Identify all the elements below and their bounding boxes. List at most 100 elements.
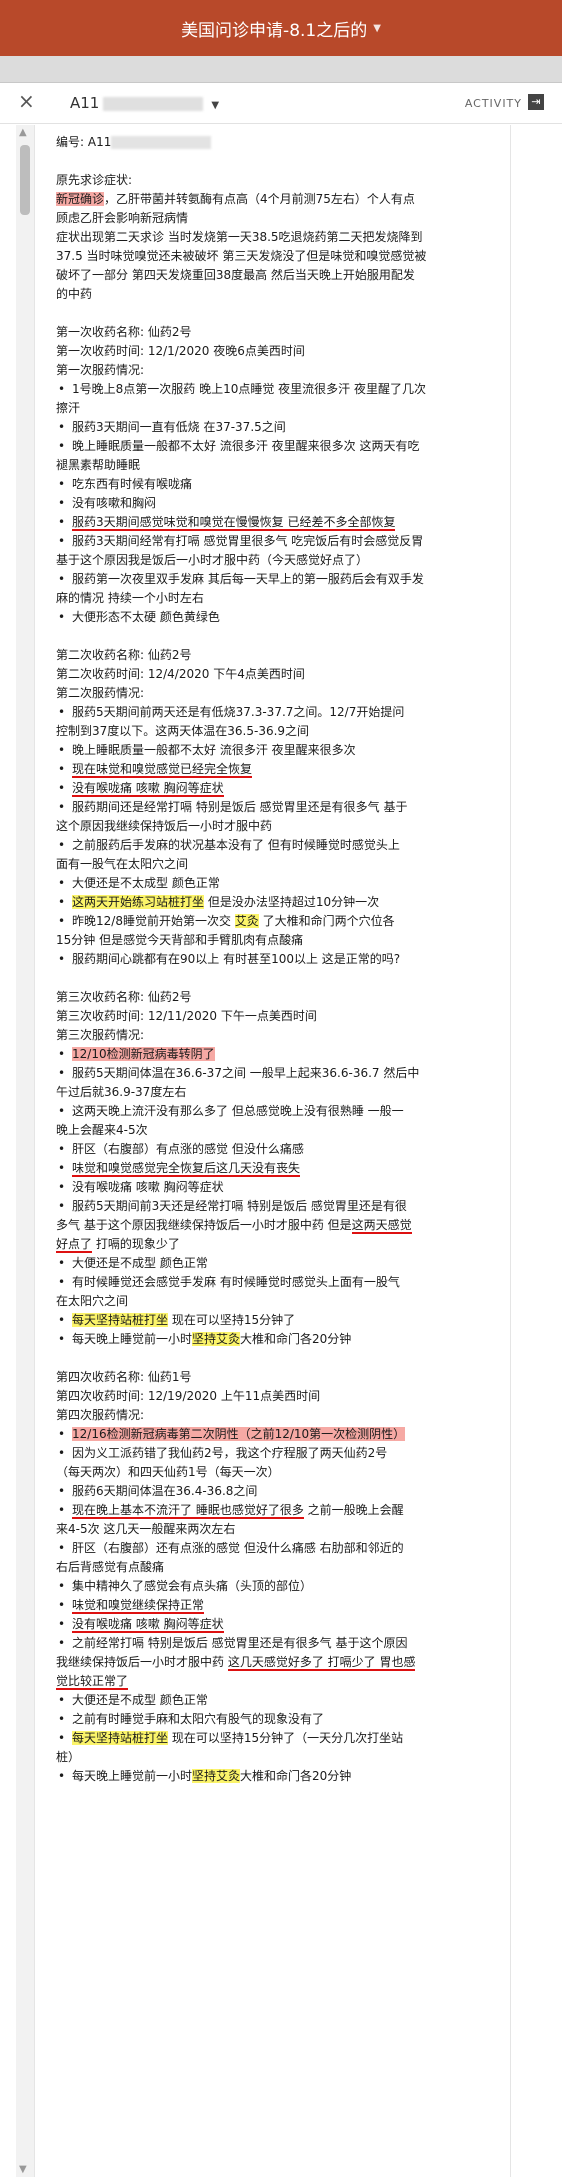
text-line: 桩） (56, 1750, 81, 1764)
text-line: 顾虑乙肝会影响新冠病情 (56, 211, 189, 225)
bullet-line: 味觉和嗅觉继续保持正常 (56, 1596, 506, 1615)
section-1: 第一次收药名称: 仙药2号第一次收药时间: 12/1/2020 夜晚6点美西时间… (56, 323, 506, 627)
text-line: 这个原因我继续保持饭后一小时才服中药 (56, 819, 273, 833)
yellow-highlight: 每天坚持站桩打坐 (72, 1313, 169, 1327)
close-icon[interactable]: × (18, 89, 35, 113)
bullet-line: 这两天开始练习站桩打坐 但是没办法坚持超过10分钟一次 (56, 893, 506, 912)
content-border (510, 125, 511, 2177)
text-line: 破坏了一部分 第四天发烧重回38度最高 然后当天晚上开始服用配发 (56, 268, 415, 282)
text-line: 在太阳穴之间 (56, 1294, 129, 1308)
bullet-line: 肝区（右腹部）有点涨的感觉 但没什么痛感 (56, 1140, 506, 1159)
line-text: ，乙肝带菌并转氨酶有点高（4个月前测75左右）个人有点 (104, 192, 415, 206)
bullet-line: 1号晚上8点第一次服药 晚上10点睡觉 夜里流很多汗 夜里醒了几次 (56, 380, 506, 399)
bullet-line: 之前服药后手发麻的状况基本没有了 但有时候睡觉时感觉头上 (56, 836, 506, 855)
text-line: 来4-5次 这几天一般醒来两次左右 (56, 1522, 236, 1536)
line-text: 之前一般晚上会醒 (303, 1503, 404, 1517)
line-text: 昨晚12/8睡觉前开始第一次交 (72, 914, 235, 928)
bullet-line: 昨晚12/8睡觉前开始第一次交 艾灸 了大椎和命门两个穴位各 (56, 912, 506, 931)
bullet-line: 之前有时睡觉手麻和太阳穴有股气的现象没有了 (56, 1710, 506, 1729)
title-dropdown-icon[interactable]: ▼ (373, 23, 381, 34)
redacted-id-image (111, 136, 212, 149)
scrollbar-thumb[interactable] (20, 145, 30, 215)
bullet-line: 没有咳嗽和胸闷 (56, 494, 506, 513)
bullet-line: 没有喉咙痛 咳嗽 胸闷等症状 (56, 1178, 506, 1197)
text-line: 新冠确诊，乙肝带菌并转氨酶有点高（4个月前测75左右）个人有点 (56, 190, 506, 209)
line-text: 了大椎和命门两个穴位各 (258, 914, 395, 928)
bullet-line: 因为义工派药错了我仙药2号，我这个疗程服了两天仙药2号 (56, 1444, 506, 1463)
scroll-down-icon[interactable]: ▼ (19, 2164, 27, 2175)
activity-button[interactable]: ACTIVITY (465, 97, 522, 110)
line-text: 多气 基于这个原因我继续保持饭后一小时才服中药 但是 (56, 1218, 352, 1232)
underlined-text: 现在味觉和嗅觉感觉已经完全恢复 (72, 762, 253, 778)
underlined-text: 好点了 (56, 1237, 93, 1253)
yellow-highlight: 艾灸 (234, 914, 259, 928)
scrollbar[interactable]: ▲ ▼ (16, 125, 35, 2177)
bullet-line: 服药期间心跳都有在90以上 有时甚至100以上 这是正常的吗? (56, 950, 506, 969)
red-highlight: 12/16检测新冠病毒第二次阴性（之前12/10第一次检测阴性） (72, 1427, 406, 1441)
red-highlight: 12/10检测新冠病毒转阴了 (72, 1047, 215, 1061)
record-panel: × A11 ▼ ACTIVITY ⇥ ▲ ▼ 编号: A11 原先求诊症状: 新冠确… (0, 82, 562, 2182)
bullet-line: 服药第一次夜里双手发麻 其后每一天早上的第一服药后会有双手发 (56, 570, 506, 589)
line-text: 但是没办法坚持超过10分钟一次 (204, 895, 380, 909)
app-title-bar[interactable]: 美国问诊申请-8.1之后的 ▼ (0, 0, 562, 56)
text-line: 擦汗 (56, 401, 81, 415)
underlined-text: 没有喉咙痛 咳嗽 胸闷等症状 (72, 1617, 224, 1633)
bullet-line: 每天坚持站桩打坐 现在可以坚持15分钟了（一天分几次打坐站 (56, 1729, 506, 1748)
text-line: 第三次收药名称: 仙药2号 (56, 990, 192, 1004)
bullet-line: 每天晚上睡觉前一小时坚持艾灸大椎和命门各20分钟 (56, 1767, 506, 1786)
record-title[interactable]: A11 ▼ (70, 94, 219, 112)
id-label: 编号: A11 (56, 135, 112, 149)
bullet-line: 吃东西有时候有喉咙痛 (56, 475, 506, 494)
bullet-line: 现在味觉和嗅觉感觉已经完全恢复 (56, 760, 506, 779)
underlined-text: 味觉和嗅觉感觉完全恢复后这几天没有丧失 (72, 1161, 301, 1177)
record-header: × A11 ▼ ACTIVITY ⇥ (0, 83, 562, 124)
yellow-highlight: 坚持艾灸 (192, 1769, 241, 1783)
text-line: 第一次收药时间: 12/1/2020 夜晚6点美西时间 (56, 344, 305, 358)
line-text: 每天晚上睡觉前一小时 (72, 1769, 193, 1783)
section-2: 第二次收药名称: 仙药2号 第二次收药时间: 12/4/2020 下午4点美西时间… (56, 646, 506, 969)
section-0: 原先求诊症状: 新冠确诊，乙肝带菌并转氨酶有点高（4个月前测75左右）个人有点顾虑… (56, 171, 506, 304)
bullet-line: 现在晚上基本不流汗了 睡眠也感觉好了很多 之前一般晚上会醒 (56, 1501, 506, 1520)
bullet-line: 味觉和嗅觉感觉完全恢复后这几天没有丧失 (56, 1159, 506, 1178)
bullet-line: 服药期间还是经常打嗝 特别是饭后 感觉胃里还是有很多气 基于 (56, 798, 506, 817)
bullet-line: 服药3天期间经常有打嗝 感觉胃里很多气 吃完饭后有时会感觉反胃 (56, 532, 506, 551)
underlined-text: 没有喉咙痛 咳嗽 胸闷等症状 (72, 781, 224, 797)
scroll-up-icon[interactable]: ▲ (19, 127, 27, 138)
bullet-line: 大便还是不成型 颜色正常 (56, 1691, 506, 1710)
bullet-line: 之前经常打嗝 特别是饭后 感觉胃里还是有很多气 基于这个原因 (56, 1634, 506, 1653)
underlined-text: 服药3天期间感觉味觉和嗅觉在慢慢恢复 已经差不多全部恢复 (72, 515, 396, 531)
text-line: 第二次收药时间: 12/4/2020 下午4点美西时间 (56, 667, 305, 681)
record-id: A11 (70, 94, 100, 112)
symptom-sections: 原先求诊症状: 新冠确诊，乙肝带菌并转氨酶有点高（4个月前测75左右）个人有点顾虑… (56, 171, 506, 1786)
text-line: 原先求诊症状: (56, 173, 133, 187)
red-highlight: 新冠确诊 (56, 192, 105, 206)
chevron-down-icon[interactable]: ▼ (211, 100, 219, 111)
underlined-text: 味觉和嗅觉继续保持正常 (72, 1598, 205, 1614)
bullet-line: 没有喉咙痛 咳嗽 胸闷等症状 (56, 1615, 506, 1634)
bullet-line: 晚上睡眠质量一般都不太好 流很多汗 夜里醒来很多次 (56, 741, 506, 760)
text-line: 基于这个原因我是饭后一小时才服中药（今天感觉好点了） (56, 553, 369, 567)
text-line: 控制到37度以下。这两天体温在36.5-36.9之间 (56, 724, 310, 738)
text-line: 面有一股气在太阳穴之间 (56, 857, 189, 871)
bullet-line: 服药5天期间体温在36.6-37之间 一般早上起来36.6-36.7 然后中 (56, 1064, 506, 1083)
text-line: 15分钟 但是感觉今天背部和手臂肌肉有点酸痛 (56, 933, 304, 947)
text-line: 37.5 当时味觉嗅觉还未被破坏 第三天发烧没了但是味觉和嗅觉感觉被 (56, 249, 427, 263)
bullet-line: 服药6天期间体温在36.4-36.8之间 (56, 1482, 506, 1501)
collapse-panel-icon[interactable]: ⇥ (528, 94, 544, 110)
text-line: 第一次收药名称: 仙药2号 (56, 325, 192, 339)
text-line: 第四次收药时间: 12/19/2020 上午11点美西时间 (56, 1389, 321, 1403)
text-line: 第三次服药情况: (56, 1028, 145, 1042)
bullet-line: 晚上睡眠质量一般都不太好 流很多汗 夜里醒来很多次 这两天有吃 (56, 437, 506, 456)
text-line: 多气 基于这个原因我继续保持饭后一小时才服中药 但是这两天感觉 (56, 1216, 506, 1235)
text-line: 第四次服药情况: (56, 1408, 145, 1422)
line-text: 我继续保持饭后一小时才服中药 (56, 1655, 228, 1669)
redacted-id-image (103, 96, 204, 111)
yellow-highlight: 每天坚持站桩打坐 (72, 1731, 169, 1745)
text-line: 午过后就36.9-37度左右 (56, 1085, 187, 1099)
text-line: 觉比较正常了 (56, 1672, 506, 1691)
section-4: 第四次收药名称: 仙药1号 第四次收药时间: 12/19/2020 上午11点美西… (56, 1368, 506, 1786)
line-text: 大椎和命门各20分钟 (240, 1332, 352, 1346)
yellow-highlight: 这两天开始练习站桩打坐 (72, 895, 205, 909)
